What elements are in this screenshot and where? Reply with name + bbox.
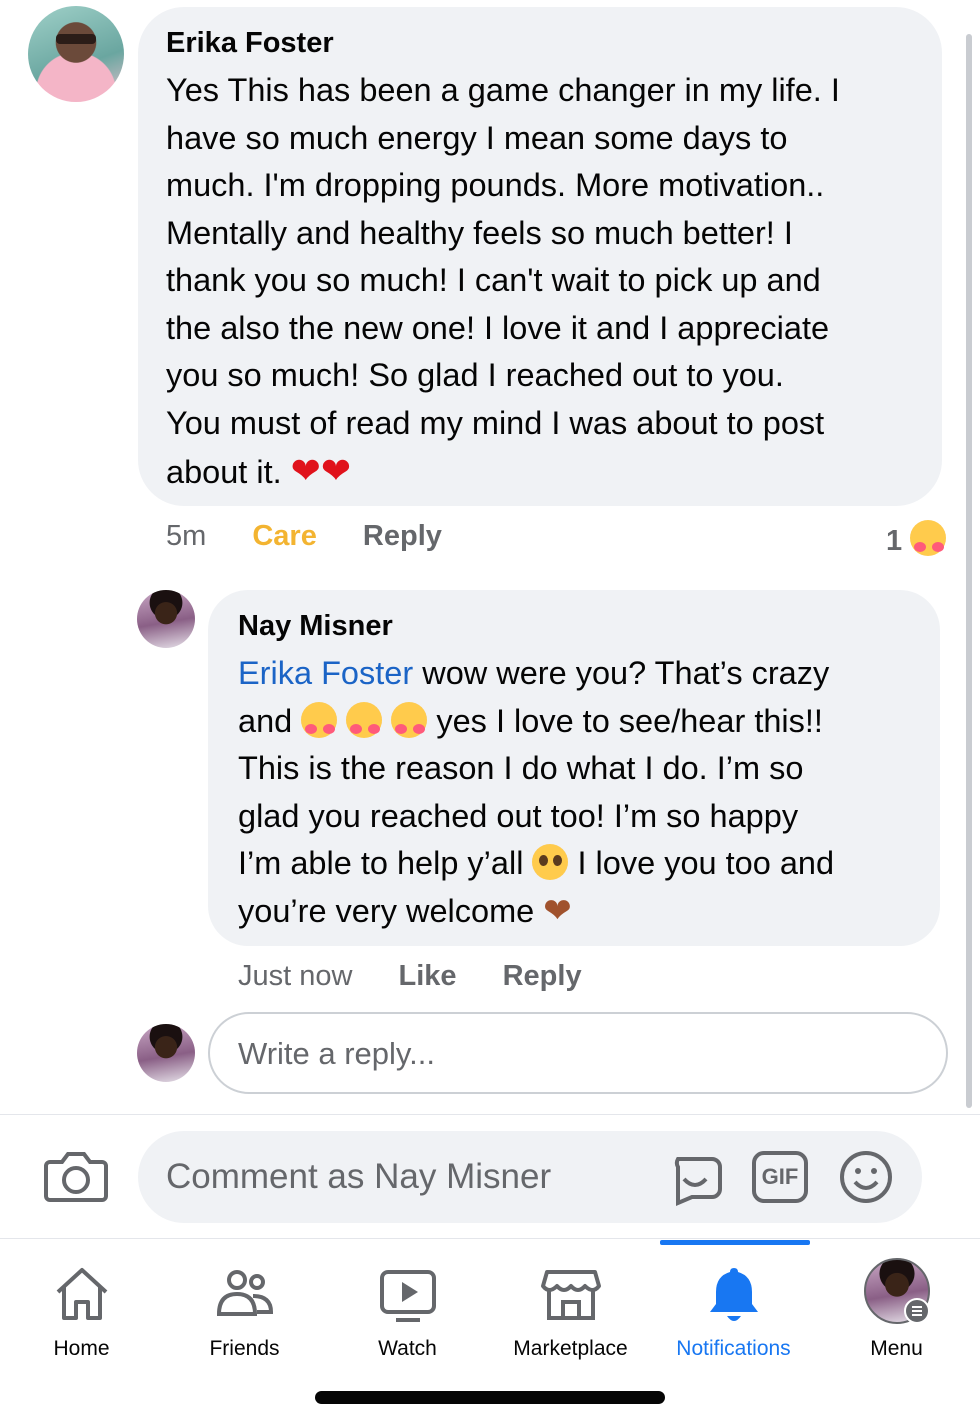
- comment-line: the also the new one! I love it and I ap…: [166, 309, 830, 346]
- reply-line: I love you too and: [577, 845, 835, 881]
- tab-label: Watch: [378, 1337, 437, 1360]
- smiling-hearts-emoji: [301, 701, 338, 738]
- reply-bubble-nay: Nay Misner Erika Foster wow were you? Th…: [208, 590, 940, 946]
- smiling-hearts-emoji: [391, 701, 428, 738]
- comment-line: Mentally and healthy feels so much bette…: [166, 214, 793, 251]
- red-hearts-emoji: ❤❤: [290, 450, 351, 491]
- menu-avatar-icon: [863, 1258, 930, 1324]
- heart-hands-emoji: ❤: [543, 891, 572, 930]
- marketplace-icon: [539, 1264, 603, 1324]
- comment-line: about it.: [166, 454, 282, 490]
- hamburger-badge-icon: [903, 1298, 930, 1324]
- timestamp: 5m: [166, 520, 207, 552]
- divider: [0, 1114, 980, 1115]
- tab-label: Notifications: [676, 1337, 791, 1360]
- reply-line: This is the reason I do what I do. I’m s…: [238, 750, 804, 786]
- write-reply-input[interactable]: Write a reply...: [208, 1012, 948, 1094]
- tab-label: Friends: [209, 1337, 280, 1360]
- reply-line: wow were you? That’s crazy: [413, 655, 830, 691]
- reply-text: Erika Foster wow were you? That’s crazy …: [238, 650, 834, 935]
- reply-line: you’re very welcome: [238, 892, 535, 929]
- comment-line: thank you so much! I can't wait to pick …: [166, 262, 821, 298]
- tab-label: Menu: [870, 1337, 923, 1360]
- tab-notifications[interactable]: Notifications: [652, 1240, 815, 1370]
- mention-link[interactable]: Erika Foster: [238, 655, 413, 691]
- comment-line: Yes This has been a game changer in my l…: [166, 72, 840, 108]
- comment-line: You must of read my mind I was about to …: [166, 404, 825, 441]
- reaction-count-number: 1: [886, 525, 903, 557]
- smiling-hearts-emoji: [346, 701, 383, 738]
- reply-button[interactable]: Reply: [363, 520, 442, 552]
- current-user-avatar: [137, 1024, 195, 1082]
- tab-home[interactable]: Home: [0, 1240, 163, 1370]
- reply-line: glad you reached out too! I’m so happy: [238, 797, 799, 834]
- watch-icon: [376, 1264, 440, 1324]
- bell-icon: [702, 1264, 766, 1324]
- reply-line: I’m able to help y’all: [238, 845, 524, 881]
- reply-actions: Just now Like Reply: [238, 960, 582, 993]
- tab-marketplace[interactable]: Marketplace: [489, 1240, 652, 1370]
- tab-friends[interactable]: Friends: [163, 1240, 326, 1370]
- tab-label: Home: [53, 1337, 110, 1360]
- comment-composer[interactable]: Comment as Nay Misner GIF: [138, 1131, 922, 1223]
- tab-menu[interactable]: Menu: [815, 1240, 978, 1370]
- home-indicator: [315, 1391, 665, 1404]
- comment-actions: 5m Care Reply: [166, 520, 442, 553]
- scrollbar[interactable]: [966, 34, 972, 1108]
- reply-line: and: [238, 702, 293, 739]
- reply-line: yes I love to see/hear this!!: [436, 702, 823, 739]
- like-button[interactable]: Like: [399, 960, 457, 992]
- reaction-count[interactable]: 1: [886, 520, 947, 558]
- comment-author[interactable]: Erika Foster: [166, 27, 334, 60]
- camera-icon[interactable]: [44, 1146, 108, 1206]
- divider: [0, 1238, 980, 1239]
- tab-watch[interactable]: Watch: [326, 1240, 489, 1370]
- comment-line: have so much energy I mean some days to: [166, 119, 788, 156]
- comment-line: much. I'm dropping pounds. More motivati…: [166, 167, 825, 203]
- care-emoji-icon: [910, 520, 947, 556]
- comment-line: you so much! So glad I reached out to yo…: [166, 357, 784, 393]
- comment-text: Yes This has been a game changer in my l…: [166, 67, 840, 497]
- nay-misner-avatar[interactable]: [137, 590, 195, 648]
- reply-author[interactable]: Nay Misner: [238, 610, 393, 643]
- comment-input[interactable]: Comment as Nay Misner: [166, 1157, 551, 1197]
- friends-icon: [213, 1264, 277, 1324]
- tab-label: Marketplace: [513, 1337, 628, 1360]
- comment-bubble-erika: Erika Foster Yes This has been a game ch…: [138, 7, 942, 506]
- erika-foster-avatar[interactable]: [28, 6, 124, 102]
- gif-button[interactable]: GIF: [752, 1151, 808, 1203]
- home-icon: [50, 1264, 114, 1324]
- pleading-face-emoji: [532, 844, 569, 880]
- reply-button[interactable]: Reply: [503, 960, 582, 992]
- avatar-sticker-icon[interactable]: [666, 1149, 724, 1207]
- emoji-icon[interactable]: [838, 1149, 894, 1205]
- timestamp: Just now: [238, 960, 353, 992]
- care-reaction-button[interactable]: Care: [252, 520, 317, 552]
